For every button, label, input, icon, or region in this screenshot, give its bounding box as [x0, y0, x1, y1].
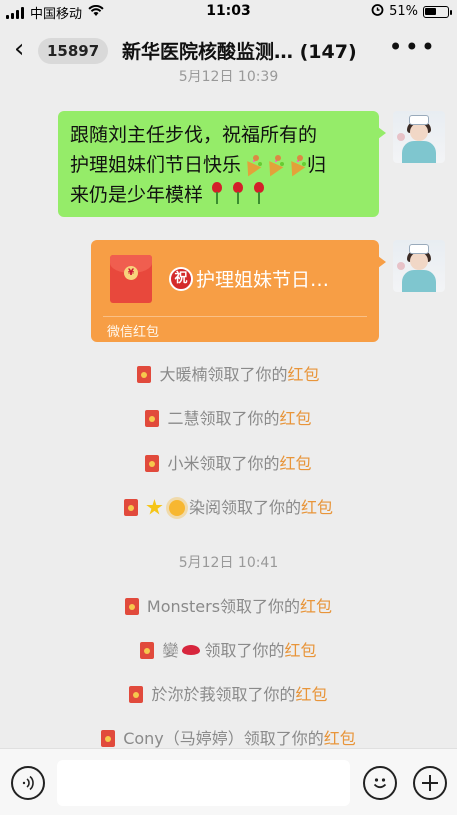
message-input[interactable]	[57, 760, 350, 806]
battery-icon	[423, 5, 452, 18]
red-packet-notice: 大暖楠领取了你的红包	[0, 361, 457, 385]
message-line-2-text: 护理姐妹们节日快乐	[70, 154, 242, 176]
battery-fill	[425, 7, 436, 15]
red-packet-title-row: 祝 护理姐妹节日…	[169, 265, 329, 292]
red-packet-label: 微信红包	[107, 325, 160, 340]
notice-name: Cony（马婷婷）	[123, 729, 244, 748]
party-popper-icon	[263, 155, 285, 173]
notice-action: 领取了你的	[220, 597, 301, 616]
red-packet-notice: 於沵於莪领取了你的红包	[0, 681, 457, 705]
notice-action: 领取了你的	[199, 454, 280, 473]
message-line-3: 来仍是少年模样	[70, 180, 367, 210]
message-line-2: 护理姐妹们节日快乐 归	[70, 150, 367, 180]
red-packet-mini-icon	[124, 598, 139, 615]
red-packet-coin: ¥	[124, 266, 138, 280]
red-packet-notice: Cony（马婷婷）领取了你的红包	[0, 725, 457, 749]
back-arrow-icon[interactable]: ‹	[14, 36, 24, 62]
red-packet-mini-icon	[137, 366, 152, 383]
rose-icon	[251, 181, 267, 205]
red-packet-link[interactable]: 红包	[300, 597, 332, 616]
red-packet-link[interactable]: 红包	[296, 685, 328, 704]
plus-icon[interactable]	[413, 766, 447, 800]
notice-name: 小米	[167, 454, 200, 473]
red-packet-link[interactable]: 红包	[288, 365, 320, 384]
notice-name: 孌	[162, 641, 179, 660]
red-packet-link[interactable]: 红包	[280, 454, 312, 473]
red-packet-mini-icon	[123, 499, 138, 516]
text-message-bubble[interactable]: 跟随刘主任步伐，祝福所有的 护理姐妹们节日快乐 归 来仍是少年模样	[58, 111, 386, 217]
red-packet-title: 护理姐妹节日…	[196, 269, 330, 291]
red-packet-icon: ¥	[110, 255, 152, 303]
notice-action: 领取了你的	[204, 641, 285, 660]
lips-icon	[182, 645, 201, 655]
party-popper-icon	[241, 155, 263, 173]
notice-action: 领取了你的	[199, 409, 280, 428]
rose-icon	[209, 181, 225, 205]
red-packet-divider	[103, 316, 367, 317]
timestamp-text: 5月12日 10:39	[178, 70, 279, 84]
red-packet-bubble[interactable]: ¥ 祝 护理姐妹节日… 微信红包	[91, 240, 386, 342]
input-bar	[0, 748, 457, 815]
message-line-1: 跟随刘主任步伐，祝福所有的	[70, 124, 318, 146]
notice-action: 领取了你的	[243, 729, 324, 748]
red-packet-notice: 二慧领取了你的红包	[0, 405, 457, 429]
red-packet-mini-icon	[140, 642, 155, 659]
red-packet-link[interactable]: 红包	[280, 409, 312, 428]
red-packet-mini-icon	[101, 730, 116, 747]
message-line-2-end: 归	[307, 154, 327, 176]
party-popper-icon	[285, 155, 307, 173]
notice-name: 染阅	[188, 498, 221, 517]
message-line-3-text: 来仍是少年模样	[70, 184, 204, 206]
notice-action: 领取了你的	[207, 365, 288, 384]
timestamp-top: 5月12日 10:39	[0, 70, 457, 84]
notice-action: 领取了你的	[220, 498, 301, 517]
battery-percent: 51%	[389, 4, 418, 19]
star-icon	[146, 499, 163, 515]
voice-icon[interactable]	[11, 766, 45, 800]
red-packet-notice: 小米领取了你的红包	[0, 450, 457, 474]
chat-header: ‹ 15897 新华医院核酸监测… (147) •••	[0, 28, 457, 72]
avatar[interactable]	[393, 240, 445, 292]
red-packet-mini-icon	[145, 455, 160, 472]
notice-name: 於沵於莪	[151, 685, 216, 704]
red-packet-notice: 孌 领取了你的红包	[0, 637, 457, 661]
status-right: 51%	[371, 3, 452, 20]
chat-title: 新华医院核酸监测… (147)	[122, 41, 357, 63]
avatar[interactable]	[393, 111, 445, 163]
blessing-badge: 祝	[169, 266, 193, 291]
red-packet-notice: Monsters领取了你的红包	[0, 593, 457, 617]
red-packet-link[interactable]: 红包	[285, 641, 317, 660]
red-packet-mini-icon	[129, 686, 144, 703]
unread-count-badge[interactable]: 15897	[38, 38, 109, 64]
notice-name: Monsters	[146, 597, 221, 616]
more-options-icon[interactable]: •••	[389, 33, 437, 61]
red-packet-mini-icon	[145, 410, 160, 427]
notice-name: 二慧	[167, 409, 200, 428]
red-packet-link[interactable]: 红包	[301, 498, 333, 517]
status-bar: 中国移动 11:03 51%	[0, 0, 457, 24]
notice-action: 领取了你的	[215, 685, 296, 704]
notice-name: 大暖楠	[159, 365, 208, 384]
alarm-icon	[371, 3, 384, 20]
red-packet-notice: 染阅领取了你的红包	[0, 494, 457, 518]
timestamp: 5月12日 10:41	[178, 555, 279, 571]
rose-icon	[230, 181, 246, 205]
red-packet-link[interactable]: 红包	[324, 729, 356, 748]
smiley-icon[interactable]	[363, 766, 397, 800]
sun-icon	[168, 500, 185, 516]
